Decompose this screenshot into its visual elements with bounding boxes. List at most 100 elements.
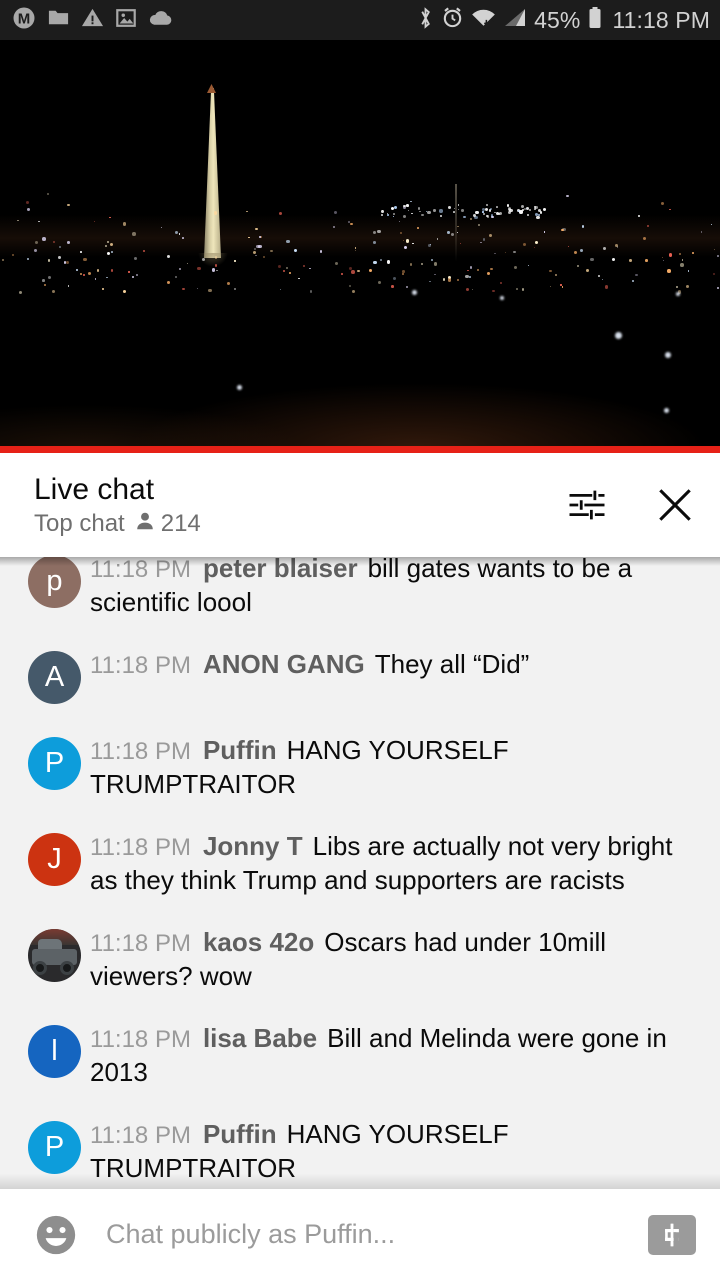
city-light	[211, 268, 216, 272]
avatar[interactable]: l	[28, 1025, 81, 1078]
city-light	[410, 200, 412, 203]
chat-message[interactable]: 11:18 PM kaos 42o Oscars had under 10mill …	[0, 905, 720, 1001]
city-light	[566, 194, 569, 198]
city-light-cluster	[394, 205, 398, 209]
city-light	[82, 273, 85, 276]
video-player[interactable]	[0, 40, 720, 448]
chat-message-author[interactable]: Jonny T	[203, 831, 303, 861]
city-light-cluster	[439, 214, 442, 217]
city-light	[406, 239, 410, 243]
city-light	[675, 285, 678, 288]
chat-message-timestamp: 11:18 PM	[90, 652, 191, 679]
city-light	[450, 232, 454, 237]
city-light	[401, 272, 405, 276]
emoji-smiley-icon[interactable]	[30, 1209, 82, 1261]
city-light	[340, 273, 343, 276]
chat-message-author[interactable]: peter blaiser	[203, 557, 358, 583]
chat-message[interactable]: J 11:18 PM Jonny T Libs are actually not ve…	[0, 809, 720, 905]
status-bar-clock: 11:18 PM	[612, 6, 710, 33]
city-light	[354, 247, 357, 249]
city-light	[123, 289, 127, 293]
chat-message-timestamp: 11:18 PM	[90, 1122, 191, 1149]
city-light	[310, 290, 313, 293]
city-light	[25, 201, 29, 205]
city-light	[136, 273, 138, 276]
chat-message-author[interactable]: ANON GANG	[203, 649, 365, 679]
alarm-clock-icon	[441, 6, 464, 34]
youtube-live-chat-screen: M 45% 11:18 PM Live chat Top chat 214 p …	[0, 0, 720, 1280]
chat-message-timestamp: 11:18 PM	[90, 738, 191, 765]
city-light	[132, 232, 136, 236]
live-chat-header: Live chat Top chat 214	[0, 453, 720, 557]
city-light	[521, 288, 525, 292]
city-light	[377, 229, 381, 234]
avatar-letter: J	[47, 843, 62, 875]
messenger-m-icon: M	[12, 6, 36, 35]
chat-message-body: 11:18 PM Jonny T Libs are actually not ver…	[90, 818, 690, 896]
city-light-cluster	[485, 207, 489, 211]
city-light	[67, 285, 69, 287]
city-light	[457, 225, 459, 228]
city-light	[351, 289, 355, 293]
city-light	[67, 240, 70, 244]
video-progress-bar[interactable]	[0, 446, 720, 453]
viewer-count-group: 214	[134, 510, 201, 538]
city-light-cluster	[542, 208, 546, 212]
chat-message[interactable]: A 11:18 PM ANON GANG They all “Did”	[0, 627, 720, 713]
city-light	[289, 272, 292, 275]
monument-cap	[207, 84, 216, 93]
top-chat-selector[interactable]: Top chat	[34, 510, 125, 538]
city-light-cluster	[406, 204, 409, 207]
city-light-bright	[500, 296, 504, 300]
city-light	[213, 211, 218, 215]
city-light	[392, 276, 396, 281]
city-light-cluster	[381, 214, 383, 216]
city-light	[102, 287, 105, 291]
city-light	[87, 271, 91, 275]
chat-message-author[interactable]: lisa Babe	[203, 1023, 317, 1053]
city-light	[680, 263, 684, 267]
avatar[interactable]: J	[28, 833, 81, 886]
live-chat-message-list[interactable]: p 11:18 PM peter blaiser bill gates wants t…	[0, 557, 720, 1189]
city-light	[214, 264, 218, 267]
city-light-cluster	[521, 209, 524, 212]
city-light-cluster	[533, 208, 536, 211]
avatar[interactable]: A	[28, 651, 81, 704]
city-light	[246, 210, 248, 213]
city-light	[174, 275, 177, 278]
chat-message-author[interactable]: kaos 42o	[203, 927, 314, 957]
city-light	[634, 273, 638, 277]
chat-message-body: 11:18 PM Puffin HANG YOURSELF TRUMPTRAITOR	[90, 1106, 690, 1184]
city-light	[350, 222, 353, 225]
chat-message[interactable]: P 11:18 PM Puffin HANG YOURSELF TRUMPTRAITO…	[0, 1097, 720, 1189]
city-light	[279, 289, 282, 291]
chat-message-author[interactable]: Puffin	[203, 735, 277, 765]
city-light	[406, 285, 409, 288]
city-light	[58, 256, 61, 260]
washington-monument	[204, 88, 221, 258]
dollar-sign-icon[interactable]	[648, 1214, 696, 1255]
chat-input[interactable]	[106, 1219, 648, 1250]
avatar[interactable]: P	[28, 1121, 81, 1174]
city-light	[447, 231, 451, 234]
tune-sliders-icon[interactable]	[564, 482, 610, 528]
city-light	[233, 287, 237, 291]
city-light-cluster	[447, 205, 452, 210]
city-light	[469, 276, 471, 279]
avatar-photo[interactable]	[28, 929, 81, 982]
chat-message[interactable]: P 11:18 PM Puffin HANG YOURSELF TRUMPTRAITO…	[0, 713, 720, 809]
avatar[interactable]: P	[28, 737, 81, 790]
avatar[interactable]: p	[28, 557, 81, 608]
city-light	[612, 258, 616, 262]
city-light	[403, 245, 407, 249]
chat-message[interactable]: l 11:18 PM lisa Babe Bill and Melinda were …	[0, 1001, 720, 1097]
city-light	[469, 265, 473, 269]
chat-message[interactable]: p 11:18 PM peter blaiser bill gates wants t…	[0, 557, 720, 627]
city-light	[293, 248, 297, 253]
city-light	[182, 237, 184, 239]
city-light	[681, 259, 684, 261]
close-x-icon[interactable]	[652, 482, 698, 528]
city-light	[457, 278, 460, 281]
chat-message-author[interactable]: Puffin	[203, 1119, 277, 1149]
city-light	[430, 258, 434, 262]
